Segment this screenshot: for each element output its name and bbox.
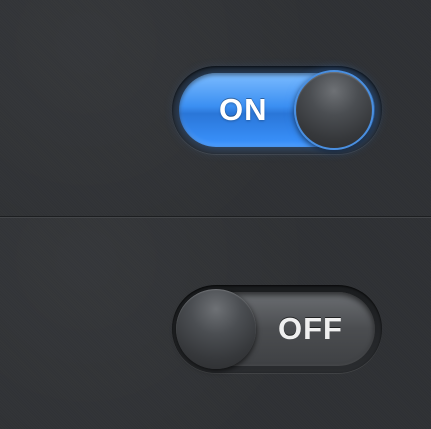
toggle-switch-off[interactable]: OFF [172, 285, 382, 373]
toggle-label-on: ON [219, 92, 268, 127]
toggle-switch-on[interactable]: ON [172, 66, 382, 154]
toggle-knob[interactable] [294, 70, 374, 150]
toggle-knob[interactable] [176, 289, 256, 369]
toggle-label-off: OFF [278, 311, 343, 346]
